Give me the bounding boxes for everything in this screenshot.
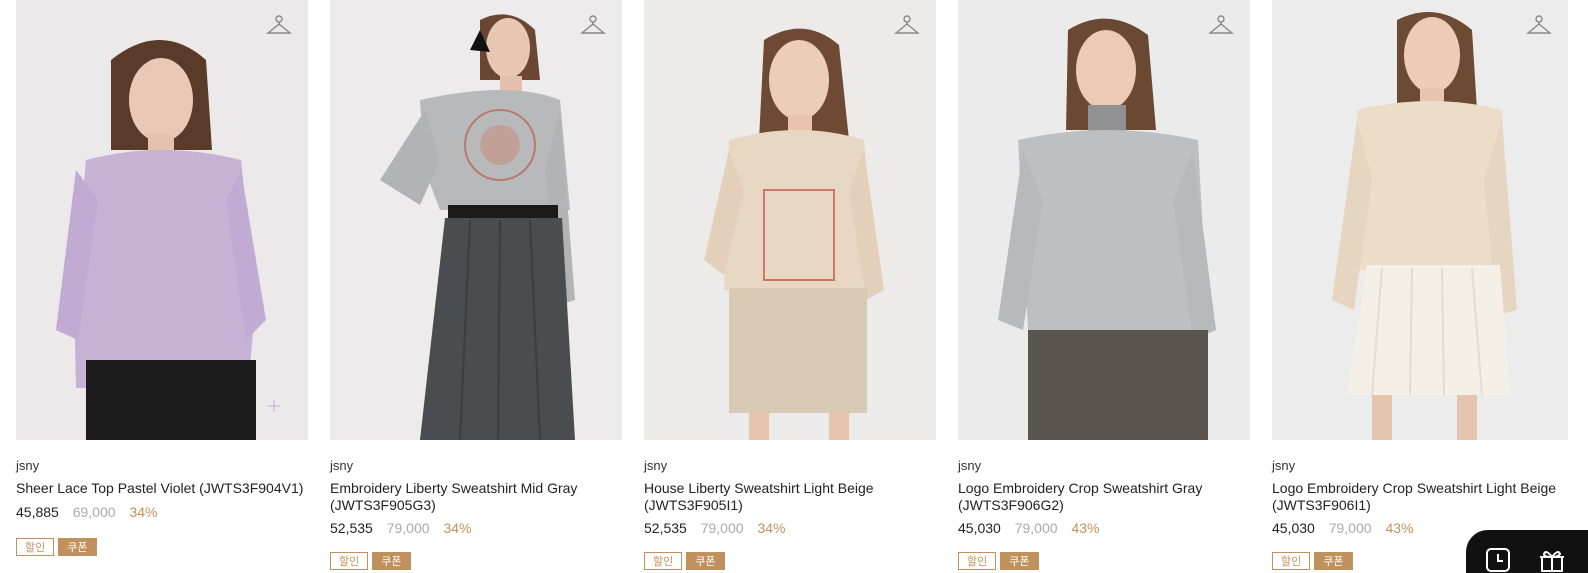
price-row: 52,535 79,000 34% bbox=[644, 520, 785, 536]
discount-rate: 34% bbox=[129, 504, 158, 520]
product-brand[interactable]: jsny bbox=[644, 458, 667, 473]
original-price: 79,000 bbox=[700, 520, 744, 536]
hanger-icon[interactable] bbox=[1208, 14, 1234, 38]
discount-rate: 34% bbox=[757, 520, 786, 536]
product-card[interactable]: jsny House Liberty Sweatshirt Light Beig… bbox=[644, 0, 936, 570]
coupon-badge: 쿠폰 bbox=[1000, 552, 1039, 570]
model-photo bbox=[1272, 0, 1568, 440]
discount-rate: 43% bbox=[1385, 520, 1414, 536]
product-image[interactable] bbox=[16, 0, 308, 440]
hanger-icon[interactable] bbox=[894, 14, 920, 38]
price-row: 45,030 79,000 43% bbox=[958, 520, 1099, 536]
badge-group: 할인 쿠폰 bbox=[16, 538, 97, 556]
sale-badge: 할인 bbox=[644, 552, 683, 570]
badge-group: 할인 쿠폰 bbox=[1272, 552, 1353, 570]
product-name[interactable]: Logo Embroidery Crop Sweatshirt Gray (JW… bbox=[958, 480, 1250, 514]
original-price: 79,000 bbox=[1328, 520, 1372, 536]
sale-price: 45,030 bbox=[958, 520, 1001, 536]
product-image[interactable] bbox=[644, 0, 936, 440]
product-name[interactable]: Sheer Lace Top Pastel Violet (JWTS3F904V… bbox=[16, 480, 308, 497]
floating-quick-bar bbox=[1466, 530, 1588, 573]
sale-badge: 할인 bbox=[330, 552, 369, 570]
clock-icon[interactable] bbox=[1484, 546, 1512, 573]
product-name[interactable]: Embroidery Liberty Sweatshirt Mid Gray (… bbox=[330, 480, 622, 514]
model-photo bbox=[958, 0, 1250, 440]
discount-rate: 43% bbox=[1071, 520, 1100, 536]
product-card[interactable]: jsny Logo Embroidery Crop Sweatshirt Lig… bbox=[1272, 0, 1568, 570]
product-image[interactable] bbox=[1272, 0, 1568, 440]
original-price: 79,000 bbox=[1014, 520, 1058, 536]
price-row: 52,535 79,000 34% bbox=[330, 520, 471, 536]
hanger-icon[interactable] bbox=[580, 14, 606, 38]
sale-price: 52,535 bbox=[330, 520, 373, 536]
sale-price: 45,030 bbox=[1272, 520, 1315, 536]
badge-group: 할인 쿠폰 bbox=[330, 552, 411, 570]
hanger-icon[interactable] bbox=[1526, 14, 1552, 38]
product-image[interactable] bbox=[958, 0, 1250, 440]
coupon-badge: 쿠폰 bbox=[58, 538, 97, 556]
product-image[interactable] bbox=[330, 0, 622, 440]
badge-group: 할인 쿠폰 bbox=[644, 552, 725, 570]
original-price: 69,000 bbox=[72, 504, 116, 520]
product-card[interactable]: jsny Embroidery Liberty Sweatshirt Mid G… bbox=[330, 0, 622, 570]
product-card[interactable]: jsny Sheer Lace Top Pastel Violet (JWTS3… bbox=[16, 0, 308, 556]
sale-badge: 할인 bbox=[16, 538, 55, 556]
model-photo bbox=[330, 0, 622, 440]
original-price: 79,000 bbox=[386, 520, 430, 536]
plus-icon bbox=[268, 400, 280, 412]
coupon-badge: 쿠폰 bbox=[372, 552, 411, 570]
badge-group: 할인 쿠폰 bbox=[958, 552, 1039, 570]
price-row: 45,030 79,000 43% bbox=[1272, 520, 1413, 536]
coupon-badge: 쿠폰 bbox=[1314, 552, 1353, 570]
product-name[interactable]: House Liberty Sweatshirt Light Beige (JW… bbox=[644, 480, 936, 514]
sale-badge: 할인 bbox=[958, 552, 997, 570]
discount-rate: 34% bbox=[443, 520, 472, 536]
sale-price: 45,885 bbox=[16, 504, 59, 520]
product-name[interactable]: Logo Embroidery Crop Sweatshirt Light Be… bbox=[1272, 480, 1568, 514]
coupon-badge: 쿠폰 bbox=[686, 552, 725, 570]
model-photo bbox=[644, 0, 936, 440]
sale-price: 52,535 bbox=[644, 520, 687, 536]
product-brand[interactable]: jsny bbox=[958, 458, 981, 473]
model-photo bbox=[16, 0, 308, 440]
sale-badge: 할인 bbox=[1272, 552, 1311, 570]
hanger-icon[interactable] bbox=[266, 14, 292, 38]
price-row: 45,885 69,000 34% bbox=[16, 504, 157, 520]
product-brand[interactable]: jsny bbox=[1272, 458, 1295, 473]
product-card[interactable]: jsny Logo Embroidery Crop Sweatshirt Gra… bbox=[958, 0, 1250, 570]
product-grid: jsny Sheer Lace Top Pastel Violet (JWTS3… bbox=[0, 0, 1588, 573]
gift-icon[interactable] bbox=[1538, 546, 1566, 573]
product-brand[interactable]: jsny bbox=[16, 458, 39, 473]
product-brand[interactable]: jsny bbox=[330, 458, 353, 473]
